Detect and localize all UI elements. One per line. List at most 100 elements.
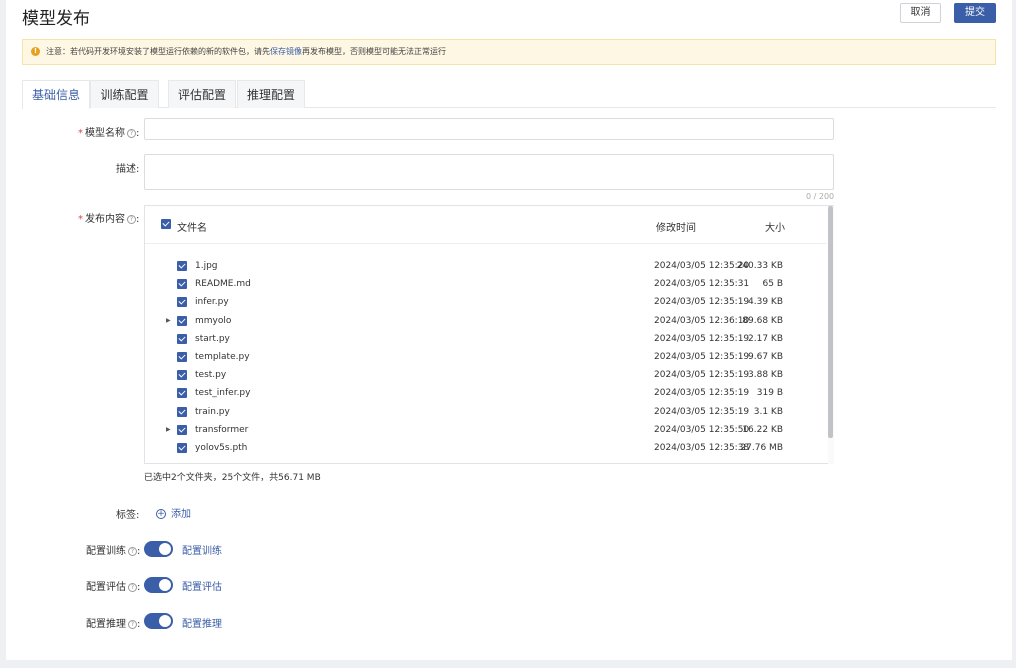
file-row[interactable]: 1.jpg 2024/03/05 12:35:20 240.33 KB <box>145 257 827 275</box>
tab-eval-config[interactable]: 评估配置 <box>168 80 236 108</box>
file-checkbox[interactable] <box>177 406 187 417</box>
file-time: 2024/03/05 12:35:19 <box>654 297 750 308</box>
plus-circle-icon: + <box>156 509 166 519</box>
tab-inference-config[interactable]: 推理配置 <box>237 80 305 108</box>
file-size: 4.39 KB <box>748 297 783 308</box>
file-name: 1.jpg <box>195 261 218 271</box>
file-name: infer.py <box>195 297 229 308</box>
file-name: yolov5s.pth <box>195 443 248 453</box>
config-eval-label: 配置评估?: <box>86 578 140 593</box>
required-mark: * <box>78 214 83 225</box>
column-size: 大小 <box>765 223 785 234</box>
tab-basic-info[interactable]: 基础信息 <box>22 80 90 109</box>
scrollbar-thumb[interactable] <box>828 206 833 438</box>
config-eval-link[interactable]: 配置评估 <box>182 578 222 593</box>
file-size: 9.67 KB <box>748 352 783 362</box>
description-counter: 0 / 200 <box>806 192 835 201</box>
question-circle-icon[interactable]: ? <box>128 619 137 629</box>
save-image-link[interactable]: 保存镜像 <box>270 47 302 56</box>
file-checkbox[interactable] <box>177 315 187 326</box>
file-size: 16.22 KB <box>742 424 783 435</box>
expand-arrow-icon[interactable]: ▶ <box>166 426 171 433</box>
config-training-link[interactable]: 配置训练 <box>182 542 222 557</box>
file-size: 65 B <box>762 279 784 290</box>
colon: : <box>137 619 141 630</box>
toggle-label-text: 配置训练 <box>86 546 126 557</box>
file-checkbox[interactable] <box>177 424 187 435</box>
file-name: test.py <box>195 370 227 381</box>
file-row[interactable]: infer.py 2024/03/05 12:35:19 4.39 KB <box>145 293 827 311</box>
file-name: README.md <box>195 279 251 290</box>
tab-training-config[interactable]: 训练配置 <box>90 80 159 108</box>
column-name: 文件名 <box>177 223 207 234</box>
toggle-label-text: 配置推理 <box>86 619 126 630</box>
description-label: 描述: <box>116 164 140 175</box>
file-row[interactable]: template.py 2024/03/05 12:35:19 9.67 KB <box>145 348 827 366</box>
file-time: 2024/03/05 12:35:50 <box>654 424 750 435</box>
file-row[interactable]: test_infer.py 2024/03/05 12:35:19 319 B <box>145 384 827 402</box>
content-label: * 发布内容?: <box>78 210 139 225</box>
warning-icon: ! <box>31 47 40 56</box>
file-row[interactable]: test.py 2024/03/05 12:35:19 3.88 KB <box>145 366 827 384</box>
file-name: test_infer.py <box>195 388 251 399</box>
file-row[interactable]: start.py 2024/03/05 12:35:19 2.17 KB <box>145 330 827 348</box>
file-size: 319 B <box>756 388 783 399</box>
file-size: 3.1 KB <box>753 406 783 417</box>
model-publish-page: 模型发布 取消 提交 ! 注意：若代码开发环境安装了模型运行依赖的新的软件包，请先… <box>6 0 1012 660</box>
page-title: 模型发布 <box>22 9 90 29</box>
config-eval-toggle[interactable] <box>144 577 173 593</box>
config-inference-label: 配置推理?: <box>86 615 140 630</box>
file-size: 2.17 KB <box>748 333 783 344</box>
colon: : <box>137 546 141 557</box>
file-tree-header: 文件名 修改时间 大小 <box>145 206 827 244</box>
select-all-checkbox[interactable] <box>161 219 171 229</box>
required-mark: * <box>78 128 83 139</box>
file-time: 2024/03/05 12:35:20 <box>654 261 750 271</box>
config-inference-toggle[interactable] <box>144 613 173 629</box>
file-checkbox[interactable] <box>177 297 187 308</box>
colon: : <box>136 128 140 139</box>
file-size: 3.88 KB <box>748 370 783 381</box>
add-tag-button[interactable]: + 添加 <box>156 505 191 520</box>
question-circle-icon[interactable]: ? <box>127 214 136 224</box>
file-time: 2024/03/05 12:35:31 <box>654 279 750 290</box>
question-circle-icon[interactable]: ? <box>127 128 136 138</box>
file-row[interactable]: yolov5s.pth 2024/03/05 12:35:38 27.76 MB <box>145 439 827 457</box>
config-inference-link[interactable]: 配置推理 <box>182 615 222 630</box>
file-name: mmyolo <box>195 315 232 326</box>
file-checkbox[interactable] <box>177 279 187 290</box>
file-time: 2024/03/05 12:35:19 <box>654 388 750 399</box>
file-row[interactable]: train.py 2024/03/05 12:35:19 3.1 KB <box>145 403 827 421</box>
model-name-label: * 模型名称?: <box>78 124 139 139</box>
file-checkbox[interactable] <box>177 261 187 271</box>
submit-button[interactable]: 提交 <box>954 3 996 23</box>
file-checkbox[interactable] <box>177 333 187 344</box>
file-time: 2024/03/05 12:36:10 <box>654 315 750 326</box>
file-time: 2024/03/05 12:35:38 <box>654 443 750 453</box>
file-checkbox[interactable] <box>177 352 187 362</box>
selection-summary: 已选中2个文件夹，25个文件，共56.71 MB <box>144 473 321 483</box>
expand-arrow-icon[interactable]: ▶ <box>166 317 171 324</box>
model-name-input[interactable] <box>144 118 834 140</box>
colon: : <box>136 214 140 225</box>
model-name-label-text: 模型名称 <box>85 128 125 139</box>
notice-banner: ! 注意：若代码开发环境安装了模型运行依赖的新的软件包，请先保存镜像再发布模型，否… <box>22 39 996 65</box>
toggle-label-text: 配置评估 <box>86 582 126 593</box>
file-checkbox[interactable] <box>177 370 187 381</box>
add-tag-label: 添加 <box>171 509 191 520</box>
folder-row[interactable]: ▶ mmyolo 2024/03/05 12:36:10 89.68 KB <box>145 312 827 330</box>
question-circle-icon[interactable]: ? <box>128 582 137 592</box>
description-textarea[interactable] <box>144 154 834 190</box>
file-checkbox[interactable] <box>177 388 187 399</box>
file-checkbox[interactable] <box>177 443 187 453</box>
notice-text-after: 再发布模型，否则模型可能无法正常运行 <box>302 47 446 56</box>
column-time: 修改时间 <box>656 223 696 234</box>
cancel-button[interactable]: 取消 <box>900 3 941 23</box>
config-training-label: 配置训练?: <box>86 542 140 557</box>
file-size: 89.68 KB <box>742 315 783 326</box>
folder-row[interactable]: ▶ transformer 2024/03/05 12:35:50 16.22 KB <box>145 421 827 439</box>
notice-text-before: 注意：若代码开发环境安装了模型运行依赖的新的软件包，请先 <box>46 47 270 56</box>
config-training-toggle[interactable] <box>144 541 173 557</box>
question-circle-icon[interactable]: ? <box>128 546 137 556</box>
file-row[interactable]: README.md 2024/03/05 12:35:31 65 B <box>145 275 827 293</box>
